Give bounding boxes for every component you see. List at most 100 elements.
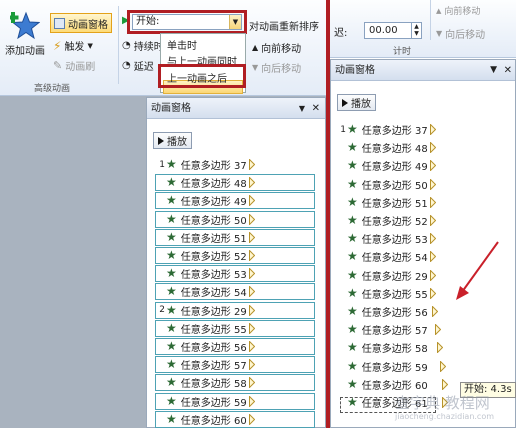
timeline-marker-icon[interactable] xyxy=(248,268,255,280)
timeline-marker-icon[interactable] xyxy=(429,124,436,135)
dropdown-option-on-click[interactable]: 单击时 xyxy=(167,37,197,52)
animation-list-item[interactable]: ★ 任意多边形 53 xyxy=(337,230,436,247)
animation-list-item[interactable]: ★ 任意多边形 50 xyxy=(155,210,315,228)
item-name: 任意多边形 29 xyxy=(181,303,247,318)
timeline-marker-icon[interactable] xyxy=(248,250,255,261)
play-button[interactable]: 播放 xyxy=(337,94,376,111)
animation-list-item[interactable]: 1 ★ 任意多边形 37 xyxy=(337,121,436,138)
animation-list-item[interactable]: ★ 任意多边形 29 xyxy=(337,267,436,284)
animation-list-item[interactable]: ★ 任意多边形 52 xyxy=(337,212,436,229)
red-arrow-annotation xyxy=(456,241,499,300)
timeline-marker-icon[interactable] xyxy=(248,359,255,371)
move-later-button-right[interactable]: ▼ 向后移动 xyxy=(436,26,485,41)
timeline-marker-icon[interactable] xyxy=(248,213,255,225)
star-effect-icon: ★ xyxy=(347,376,358,391)
start-highlight-box xyxy=(127,10,247,34)
animation-list-item[interactable]: ★ 任意多边形 52 xyxy=(155,247,315,264)
timeline-marker-icon[interactable] xyxy=(248,341,255,352)
animation-list-item[interactable]: ★ 任意多边形 59 xyxy=(155,392,315,410)
move-later-label: 向后移动 xyxy=(261,64,302,75)
delay-spinner[interactable]: 00.00 ▲ ▼ xyxy=(364,22,422,39)
animation-list-item[interactable]: ★ 任意多边形 53 xyxy=(155,265,315,283)
animation-list-item[interactable]: ★ 任意多边形 56 xyxy=(155,338,315,355)
duration-control[interactable]: ◔ 持续时 xyxy=(122,38,164,53)
move-later-button[interactable]: ▼ 向后移动 xyxy=(252,60,301,75)
item-name: 任意多边形 55 xyxy=(362,286,428,301)
star-effect-icon: ★ xyxy=(347,140,358,155)
timeline-marker-icon[interactable] xyxy=(434,324,441,336)
item-shape-id: 37 xyxy=(414,126,428,137)
close-icon[interactable]: ✕ xyxy=(312,98,320,119)
animation-list-item[interactable]: ★ 任意多边形 60 xyxy=(337,376,449,393)
move-earlier-label: 向前移动 xyxy=(261,44,302,55)
close-icon[interactable]: ✕ xyxy=(504,60,512,81)
after-previous-highlight-box xyxy=(158,64,246,88)
timeline-marker-icon[interactable] xyxy=(248,395,255,407)
trigger-button[interactable]: ⚡ 触发 ▼ xyxy=(53,38,93,54)
arrow-down-icon: ▼ xyxy=(436,29,443,38)
star-effect-icon: ★ xyxy=(347,231,358,246)
animation-list-item[interactable]: ★ 任意多边形 60 xyxy=(155,410,315,428)
timeline-marker-icon[interactable] xyxy=(248,159,255,170)
timeline-marker-icon[interactable] xyxy=(429,269,436,281)
spinner-arrows-icon[interactable]: ▲ ▼ xyxy=(411,23,421,38)
move-earlier-button[interactable]: ▲ 向前移动 xyxy=(252,40,301,55)
item-shape-id: 56 xyxy=(233,343,247,354)
animation-list-item[interactable]: ★ 任意多边形 50 xyxy=(337,176,436,193)
item-name: 任意多边形 52 xyxy=(362,213,428,228)
item-shape-name: 任意多边形 xyxy=(180,397,231,409)
animation-list-item[interactable]: 1 ★ 任意多边形 37 xyxy=(155,156,315,173)
animation-painter-button[interactable]: ✎ 动画刷 xyxy=(53,58,95,73)
timeline-marker-icon[interactable] xyxy=(429,196,436,208)
timeline-marker-icon[interactable] xyxy=(248,195,255,207)
animation-list-item[interactable]: ★ 任意多边形 48 xyxy=(155,174,315,192)
animation-list-item[interactable]: ★ 任意多边形 51 xyxy=(155,228,315,246)
animation-list-item[interactable]: ★ 任意多边形 51 xyxy=(337,194,436,211)
timeline-marker-icon[interactable] xyxy=(248,286,255,298)
animation-list-item[interactable]: ★ 任意多边形 55 xyxy=(155,319,315,337)
timeline-marker-icon[interactable] xyxy=(442,397,449,408)
timeline-marker-icon[interactable] xyxy=(429,251,436,263)
animation-list-item[interactable]: ★ 任意多边形 55 xyxy=(337,285,436,302)
animation-list-item[interactable]: ★ 任意多边形 49 xyxy=(337,157,436,174)
animation-list-item[interactable]: ★ 任意多边形 58 xyxy=(337,339,444,356)
animation-list-item[interactable]: ★ 任意多边形 48 xyxy=(337,139,436,156)
animation-list-item[interactable]: ★ 任意多边形 59 xyxy=(337,358,446,375)
timeline-marker-icon[interactable] xyxy=(429,215,436,226)
timeline-marker-icon[interactable] xyxy=(248,304,255,316)
timeline-marker-icon[interactable] xyxy=(248,177,255,189)
star-effect-icon: ★ xyxy=(166,393,177,408)
animation-pane-button[interactable]: 动画窗格 xyxy=(50,13,112,33)
animation-list-item[interactable]: ★ 任意多边形 54 xyxy=(337,248,436,265)
timeline-marker-icon[interactable] xyxy=(248,231,255,243)
timeline-marker-icon[interactable] xyxy=(429,233,436,245)
timeline-marker-icon[interactable] xyxy=(248,377,255,389)
move-earlier-button-right[interactable]: ▲ 向前移动 xyxy=(436,4,481,18)
animation-list-item[interactable]: ★ 任意多边形 54 xyxy=(155,283,315,301)
timeline-marker-icon[interactable] xyxy=(248,413,255,425)
timeline-marker-icon[interactable] xyxy=(432,306,439,317)
animation-list-item[interactable]: ★ 任意多边形 58 xyxy=(155,374,315,392)
timeline-marker-icon[interactable] xyxy=(429,142,436,154)
add-animation-button[interactable]: 添加动画 xyxy=(2,10,48,57)
animation-list-item[interactable]: ★ 任意多边形 57 xyxy=(155,356,315,374)
star-effect-icon: ★ xyxy=(166,357,177,372)
timeline-marker-icon[interactable] xyxy=(439,360,446,372)
timeline-marker-icon[interactable] xyxy=(429,178,436,190)
animation-list-item[interactable]: ★ 任意多边形 56 xyxy=(337,303,439,320)
move-earlier-label-right: 向前移动 xyxy=(444,7,481,17)
play-label: 播放 xyxy=(351,99,371,110)
pane-options-icon[interactable]: ▼ xyxy=(490,60,497,81)
animation-list-item[interactable]: ★ 任意多边形 57 xyxy=(337,321,441,338)
pane-options-icon[interactable]: ▼ xyxy=(299,98,305,119)
timeline-marker-icon[interactable] xyxy=(429,160,436,172)
delay-control[interactable]: ◔ 延迟 xyxy=(122,58,154,73)
timeline-marker-icon[interactable] xyxy=(442,378,449,390)
animation-list-item[interactable]: ★ 任意多边形 49 xyxy=(155,192,315,210)
timeline-marker-icon[interactable] xyxy=(429,287,436,299)
timeline-marker-icon[interactable] xyxy=(437,342,444,354)
animation-list-item[interactable]: 2 ★ 任意多边形 29 xyxy=(155,301,315,319)
timeline-marker-icon[interactable] xyxy=(248,322,255,334)
item-shape-name: 任意多边形 xyxy=(361,380,412,392)
play-button[interactable]: 播放 xyxy=(153,132,192,149)
